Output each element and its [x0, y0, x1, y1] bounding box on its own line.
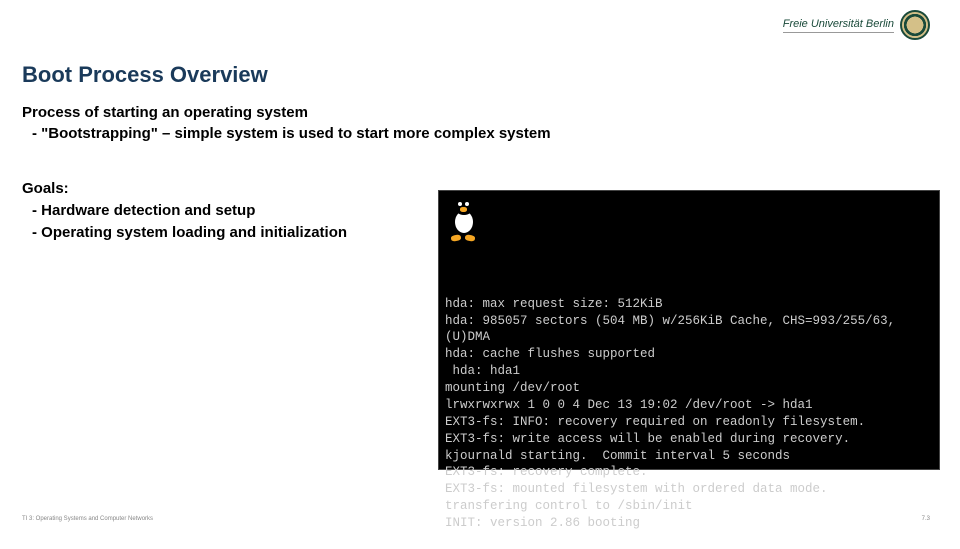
intro-line-2: - "Bootstrapping" – simple system is use… — [22, 123, 551, 144]
terminal-screenshot: hda: max request size: 512KiB hda: 98505… — [438, 190, 940, 470]
goals-item-1: - Hardware detection and setup — [22, 200, 347, 222]
goals-heading: Goals: — [22, 178, 347, 200]
university-name: Freie Universität Berlin — [783, 18, 894, 33]
terminal-output: hda: max request size: 512KiB hda: 98505… — [445, 296, 933, 532]
header: Freie Universität Berlin — [783, 10, 930, 40]
tux-penguin-icon — [445, 197, 483, 239]
goals-item-2: - Operating system loading and initializ… — [22, 222, 347, 244]
intro-line-1: Process of starting an operating system — [22, 102, 551, 123]
university-seal-icon — [900, 10, 930, 40]
footer-page-number: 7.3 — [922, 516, 930, 522]
slide-title: Boot Process Overview — [22, 62, 268, 88]
footer-course: TI 3: Operating Systems and Computer Net… — [22, 516, 153, 522]
intro-block: Process of starting an operating system … — [22, 102, 551, 144]
goals-block: Goals: - Hardware detection and setup - … — [22, 178, 347, 243]
